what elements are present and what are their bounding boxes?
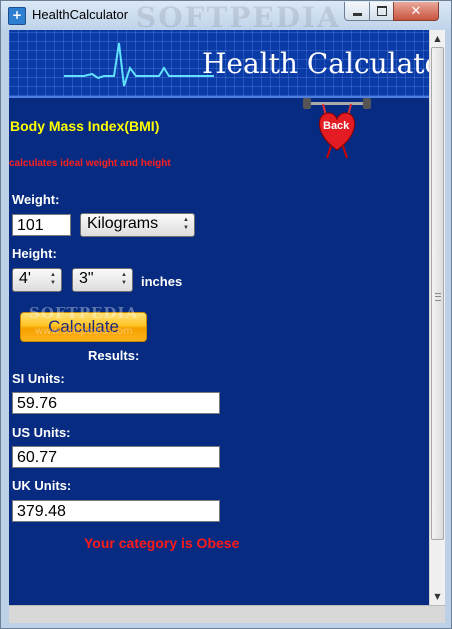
grip-icon bbox=[435, 293, 441, 301]
si-units-label: SI Units: bbox=[12, 371, 65, 386]
title-bar[interactable]: + HealthCalculator SOFTPEDIA ✕ bbox=[1, 1, 451, 34]
close-button[interactable]: ✕ bbox=[393, 2, 439, 21]
bottom-bar bbox=[9, 605, 445, 623]
scroll-down-button[interactable]: ▼ bbox=[430, 588, 445, 604]
weight-unit-value: Kilograms bbox=[87, 215, 159, 232]
height-inches-value: 3" bbox=[79, 270, 94, 287]
banner-title: Health Calculator bbox=[202, 47, 429, 80]
weight-input[interactable]: 101 bbox=[12, 214, 71, 236]
scroll-thumb[interactable] bbox=[431, 47, 444, 540]
height-feet-value: 4' bbox=[19, 270, 31, 287]
vertical-scrollbar[interactable]: ▲ ▼ bbox=[429, 30, 445, 605]
uk-units-field[interactable]: 379.48 bbox=[12, 500, 220, 522]
weight-unit-spinner-icon: ▲ ▼ bbox=[183, 217, 189, 231]
window-title: HealthCalculator bbox=[32, 7, 129, 22]
uk-units-label: UK Units: bbox=[12, 478, 72, 493]
us-units-label: US Units: bbox=[12, 425, 71, 440]
height-feet-spinner-icon: ▲ ▼ bbox=[50, 272, 56, 286]
softpedia-url-watermark: www.softpedia.com bbox=[35, 326, 133, 337]
height-inches-select[interactable]: 3" ▲ ▼ bbox=[72, 268, 133, 292]
back-button[interactable]: Back bbox=[303, 98, 371, 160]
si-units-field[interactable]: 59.76 bbox=[12, 392, 220, 414]
height-inches-spinner-icon: ▲ ▼ bbox=[121, 272, 127, 286]
header-banner: Health Calculator bbox=[9, 30, 429, 98]
height-feet-select[interactable]: 4' ▲ ▼ bbox=[12, 268, 62, 292]
weight-unit-select[interactable]: Kilograms ▲ ▼ bbox=[80, 213, 195, 237]
close-icon: ✕ bbox=[410, 3, 422, 19]
minimize-button[interactable] bbox=[344, 2, 370, 21]
heartbeat-icon bbox=[64, 42, 214, 87]
bmi-category: Your category is Obese bbox=[84, 535, 240, 551]
section-subheading: calculates ideal weight and height bbox=[9, 158, 171, 169]
maximize-icon bbox=[376, 6, 387, 16]
app-window: + HealthCalculator SOFTPEDIA ✕ Health Ca… bbox=[0, 0, 452, 629]
back-button-label: Back bbox=[323, 120, 350, 132]
maximize-button[interactable] bbox=[369, 2, 394, 21]
chevron-down-icon: ▼ bbox=[434, 591, 441, 601]
weight-label: Weight: bbox=[12, 192, 60, 207]
app-content: Health Calculator Body Mass Index(BMI) c… bbox=[9, 30, 429, 605]
scroll-up-button[interactable]: ▲ bbox=[430, 30, 445, 46]
results-heading: Results: bbox=[88, 348, 140, 363]
softpedia-watermark: SOFTPEDIA bbox=[29, 304, 139, 322]
inches-label: inches bbox=[141, 274, 183, 289]
us-units-field[interactable]: 60.77 bbox=[12, 446, 220, 468]
app-icon: + bbox=[8, 7, 26, 25]
height-label: Height: bbox=[12, 246, 57, 261]
chevron-up-icon: ▲ bbox=[434, 33, 441, 43]
section-heading: Body Mass Index(BMI) bbox=[10, 118, 160, 134]
minimize-icon bbox=[352, 12, 362, 16]
